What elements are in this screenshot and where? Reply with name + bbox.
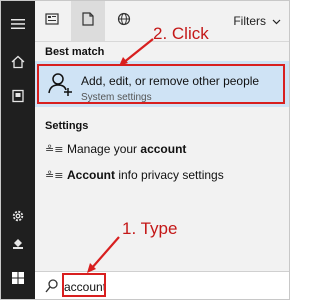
click-annotation-label: 2. Click <box>153 24 209 43</box>
filters-button[interactable]: Filters <box>233 1 281 41</box>
start-search-window: Filters Best match Add, edit, or remove … <box>0 0 290 300</box>
tab-apps[interactable] <box>35 1 69 41</box>
document-icon <box>82 11 94 31</box>
filters-label: Filters <box>233 14 266 28</box>
settings-item-account-privacy[interactable]: ≗≡ Account info privacy settings <box>35 162 289 188</box>
settings-list-icon: ≗≡ <box>45 168 64 182</box>
web-globe-icon <box>117 12 131 31</box>
settings-list-icon: ≗≡ <box>45 142 64 156</box>
settings-item-label: Account info privacy settings <box>67 168 224 182</box>
windows-start-icon[interactable] <box>1 263 35 293</box>
type-annotation-label: 1. Type <box>122 219 178 238</box>
type-highlight-box <box>62 273 106 297</box>
home-icon[interactable] <box>1 47 35 77</box>
settings-item-label: Manage your account <box>67 142 187 156</box>
user-icon[interactable] <box>1 229 35 259</box>
click-highlight-box <box>37 64 285 104</box>
best-match-heading: Best match <box>45 46 105 58</box>
settings-gear-icon[interactable] <box>1 201 35 231</box>
search-icon <box>45 279 58 298</box>
menu-icon[interactable] <box>1 9 35 39</box>
settings-heading: Settings <box>45 120 89 132</box>
chevron-down-icon <box>272 14 281 28</box>
tab-documents[interactable] <box>71 1 105 41</box>
tab-web[interactable] <box>107 1 141 41</box>
left-rail <box>1 1 35 299</box>
settings-item-manage-account[interactable]: ≗≡ Manage your account <box>35 136 289 162</box>
apps-icon <box>45 12 59 30</box>
contacts-icon[interactable] <box>1 81 35 111</box>
